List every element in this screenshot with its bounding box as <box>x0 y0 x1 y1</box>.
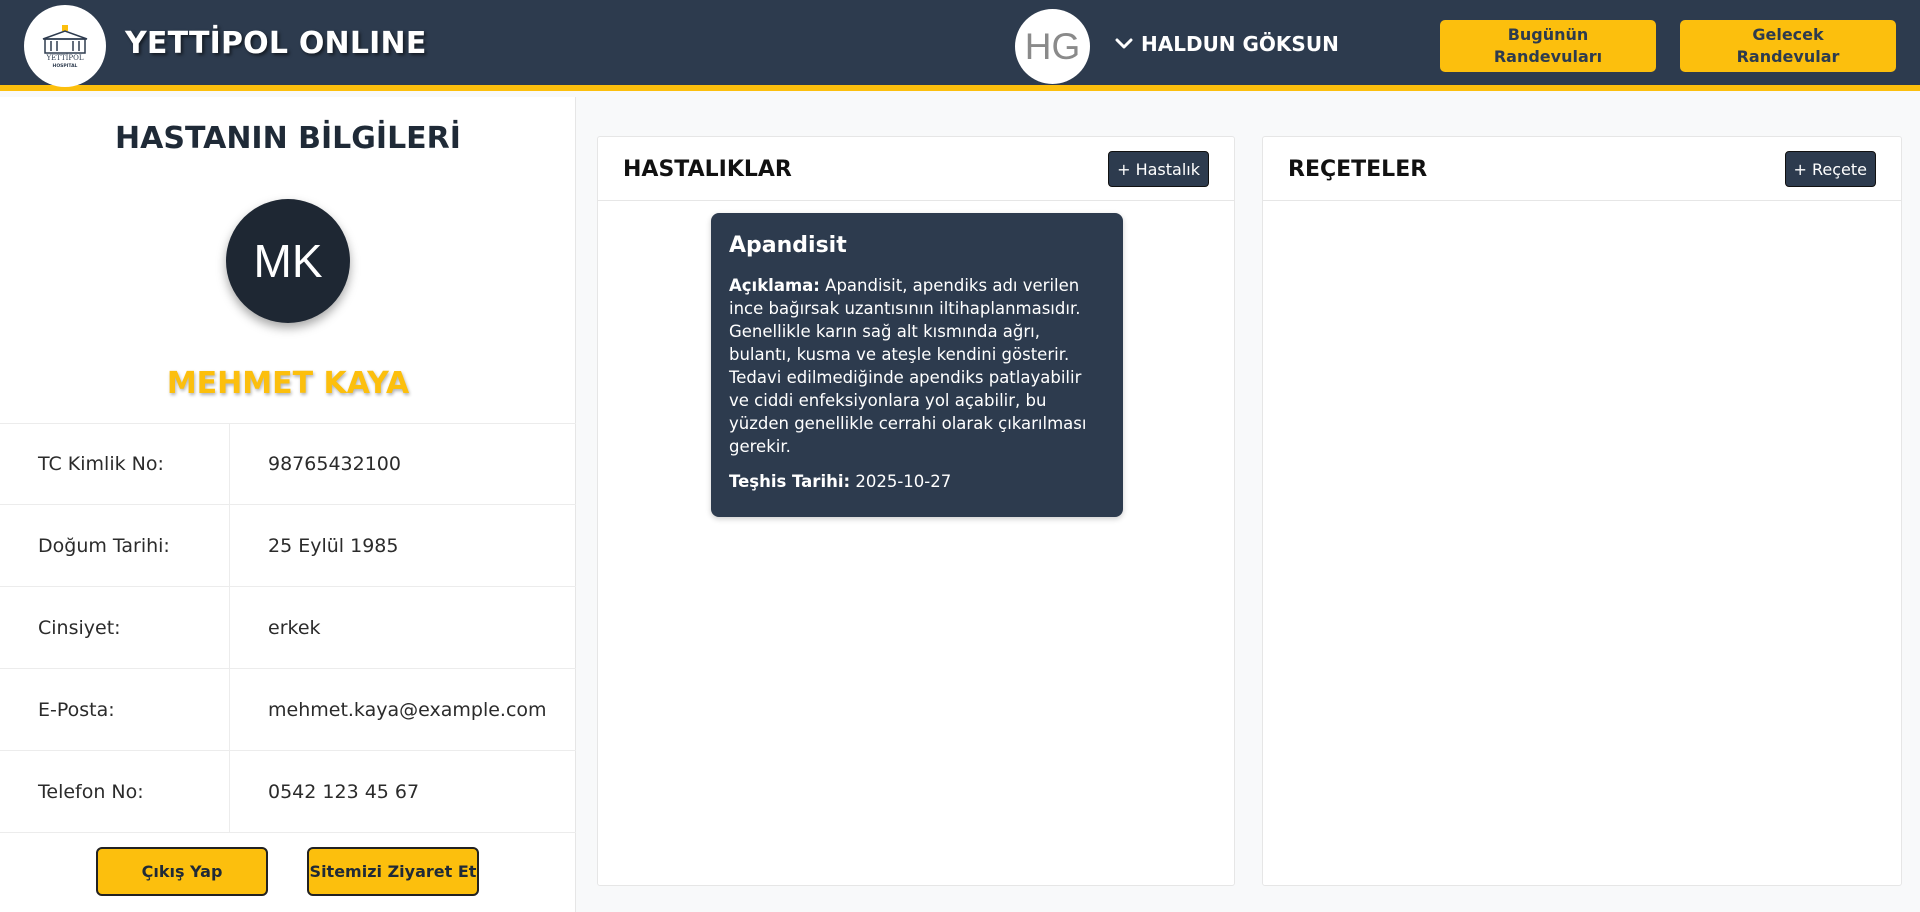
diseases-title: HASTALIKLAR <box>623 157 792 182</box>
table-row: Doğum Tarihi: 25 Eylül 1985 <box>0 505 576 587</box>
chevron-down-icon <box>1115 38 1133 49</box>
email-label: E-Posta: <box>0 669 230 750</box>
email-value: mehmet.kaya@example.com <box>268 698 547 721</box>
todays-appointments-button[interactable]: Bugünün Randevuları <box>1440 20 1656 72</box>
phone-label: Telefon No: <box>0 751 230 832</box>
prescriptions-card-header: REÇETELER + Reçete <box>1263 137 1901 201</box>
top-navbar: YETTİPOL HOSPITAL YETTİPOL ONLINE HG HAL… <box>0 0 1920 91</box>
prescriptions-title: REÇETELER <box>1288 157 1428 182</box>
patient-info-table: TC Kimlik No: 98765432100 Doğum Tarihi: … <box>0 423 576 833</box>
visit-site-button[interactable]: Sitemizi Ziyaret Et <box>307 847 479 896</box>
tc-value: 98765432100 <box>268 453 401 475</box>
svg-text:YETTİPOL: YETTİPOL <box>45 53 83 62</box>
table-row: TC Kimlik No: 98765432100 <box>0 423 576 505</box>
add-prescription-button[interactable]: + Reçete <box>1784 151 1876 187</box>
disease-card[interactable]: Apandisit Açıklama: Apandisit, apendiks … <box>711 213 1123 517</box>
prescriptions-card: REÇETELER + Reçete <box>1262 136 1902 886</box>
phone-value: 0542 123 45 67 <box>268 780 420 803</box>
diagnosis-date-label: Teşhis Tarihi: <box>729 472 851 491</box>
description-text: Apandisit, apendiks adı verilen ince bağ… <box>729 276 1087 456</box>
diseases-card-header: HASTALIKLAR + Hastalık <box>598 137 1234 201</box>
future-appointments-button[interactable]: Gelecek Randevular <box>1680 20 1896 72</box>
description-label: Açıklama: <box>729 276 820 295</box>
birthdate-value: 25 Eylül 1985 <box>268 534 399 557</box>
table-row: Cinsiyet: erkek <box>0 587 576 669</box>
diagnosis-date: Teşhis Tarihi: 2025-10-27 <box>729 470 1105 493</box>
svg-text:HOSPITAL: HOSPITAL <box>53 63 78 69</box>
tc-label: TC Kimlik No: <box>0 424 230 504</box>
gender-label: Cinsiyet: <box>0 587 230 668</box>
table-row: E-Posta: mehmet.kaya@example.com <box>0 669 576 751</box>
brand-title: YETTİPOL ONLINE <box>125 26 427 61</box>
hospital-logo[interactable]: YETTİPOL HOSPITAL <box>24 5 106 87</box>
disease-name: Apandisit <box>729 233 847 258</box>
birthdate-label: Doğum Tarihi: <box>0 505 230 586</box>
patient-name: MEHMET KAYA <box>166 366 410 401</box>
hospital-logo-icon: YETTİPOL HOSPITAL <box>42 25 88 69</box>
doctor-avatar[interactable]: HG <box>1015 9 1090 84</box>
diseases-card: HASTALIKLAR + Hastalık Apandisit Açıklam… <box>597 136 1235 886</box>
disease-description: Açıklama: Apandisit, apendiks adı verile… <box>729 274 1105 458</box>
gender-value: erkek <box>268 616 321 639</box>
doctor-menu[interactable]: HALDUN GÖKSUN <box>1115 32 1339 56</box>
diagnosis-date-value: 2025-10-27 <box>855 472 952 491</box>
logout-button[interactable]: Çıkış Yap <box>96 847 268 896</box>
patient-avatar: MK <box>226 199 350 323</box>
table-row: Telefon No: 0542 123 45 67 <box>0 751 576 833</box>
doctor-name: HALDUN GÖKSUN <box>1141 32 1339 56</box>
patient-section-title: HASTANIN BİLGİLERİ <box>115 121 461 156</box>
add-disease-button[interactable]: + Hastalık <box>1108 151 1209 187</box>
patient-info-panel: HASTANIN BİLGİLERİ MK MEHMET KAYA TC Kim… <box>0 97 576 912</box>
